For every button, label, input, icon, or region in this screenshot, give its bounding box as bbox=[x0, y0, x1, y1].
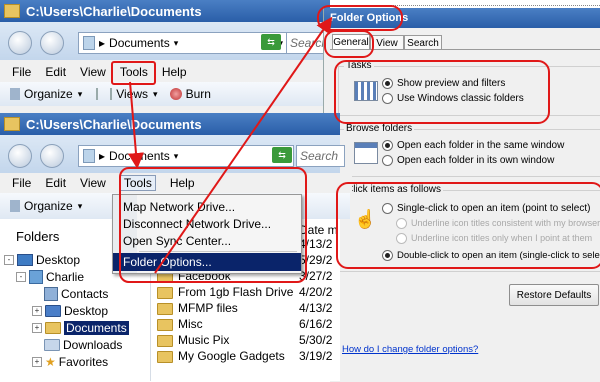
annotation-arrows bbox=[128, 16, 333, 274]
arrow-menu-to-dialog bbox=[154, 16, 333, 274]
arrow-tools-to-menu bbox=[128, 81, 144, 169]
